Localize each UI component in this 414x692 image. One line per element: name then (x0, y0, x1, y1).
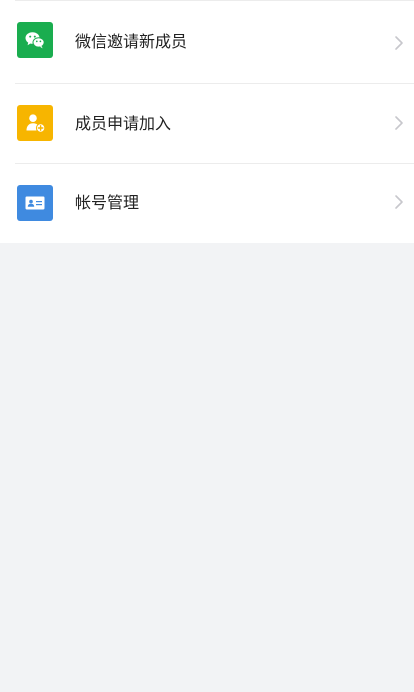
id-card-icon (17, 185, 53, 221)
member-join-request-row[interactable]: 成员申请加入 (0, 84, 414, 164)
chevron-right-icon (393, 115, 405, 131)
top-divider (15, 0, 414, 1)
account-management-row[interactable]: 帐号管理 (0, 163, 414, 243)
chevron-right-icon (393, 35, 405, 51)
member-join-request-label: 成员申请加入 (75, 114, 172, 133)
chevron-right-icon (393, 194, 405, 210)
add-member-icon (17, 105, 53, 141)
invite-via-wechat-label: 微信邀请新成员 (75, 32, 188, 51)
wechat-icon (17, 22, 53, 58)
account-management-label: 帐号管理 (75, 193, 140, 212)
settings-list: 微信邀请新成员 成员申请加入 帐号管理 (0, 0, 414, 243)
invite-via-wechat-row[interactable]: 微信邀请新成员 (0, 2, 414, 82)
